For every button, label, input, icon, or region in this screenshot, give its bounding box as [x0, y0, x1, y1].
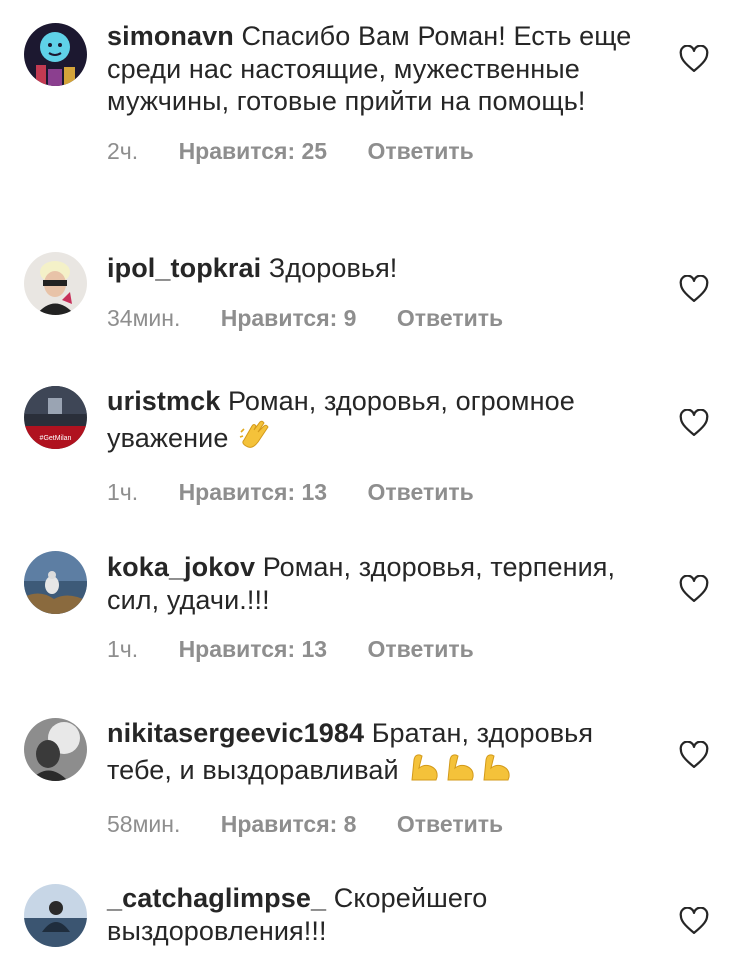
heart-outline-icon[interactable] — [679, 907, 709, 935]
comment-meta: 58мин. Нравится: 8 Ответить — [107, 811, 647, 838]
comment-meta: 1ч. Нравится: 13 Ответить — [107, 636, 647, 663]
comment-text: ipol_topkrai Здоровья! — [107, 252, 647, 285]
avatar[interactable] — [24, 884, 87, 947]
reply-button[interactable]: Ответить — [368, 636, 474, 663]
avatar[interactable]: #GetMilan — [24, 386, 87, 449]
comment-time[interactable]: 58мин. — [107, 811, 180, 838]
comment-username[interactable]: ipol_topkrai — [107, 253, 261, 283]
comment-likes[interactable]: Нравится: 25 — [179, 138, 328, 165]
heart-outline-icon[interactable] — [679, 741, 709, 769]
avatar[interactable] — [24, 718, 87, 781]
comment-text: uristmck Роман, здоровья, огромное уваже… — [107, 385, 647, 459]
comment-likes[interactable]: Нравится: 13 — [179, 479, 328, 506]
avatar-caption: #GetMilan — [40, 435, 72, 442]
comment-time[interactable]: 1ч. — [107, 479, 138, 506]
comment-text: simonavn Спасибо Вам Роман! Есть еще сре… — [107, 20, 647, 118]
heart-outline-icon[interactable] — [679, 409, 709, 437]
flexed-biceps-emoji — [408, 750, 518, 792]
comment-likes[interactable]: Нравится: 13 — [179, 636, 328, 663]
avatar[interactable] — [24, 252, 87, 315]
comment-time[interactable]: 1ч. — [107, 636, 138, 663]
comment-likes[interactable]: Нравится: 9 — [221, 305, 357, 332]
clapping-hands-emoji — [238, 418, 272, 460]
comment-likes[interactable]: Нравится: 8 — [221, 811, 357, 838]
heart-outline-icon[interactable] — [679, 275, 709, 303]
comment-text: nikitasergeevic1984 Братан, здоровья теб… — [107, 717, 647, 791]
avatar[interactable] — [24, 551, 87, 614]
comment-username[interactable]: _catchaglimpse_ — [107, 883, 326, 913]
comment-username[interactable]: koka_jokov — [107, 552, 255, 582]
comment-meta: 2ч. Нравится: 25 Ответить — [107, 138, 647, 165]
heart-outline-icon[interactable] — [679, 45, 709, 73]
comment-body: Здоровья! — [268, 253, 398, 283]
comment-text: koka_jokov Роман, здоровья, терпения, си… — [107, 551, 647, 616]
comment-username[interactable]: uristmck — [107, 386, 220, 416]
comment-time[interactable]: 2ч. — [107, 138, 138, 165]
reply-button[interactable]: Ответить — [368, 479, 474, 506]
comment-text: _catchaglimpse_ Скорейшего выздоровления… — [107, 882, 647, 947]
avatar[interactable] — [24, 23, 87, 86]
comment-username[interactable]: nikitasergeevic1984 — [107, 718, 364, 748]
comment-meta: 34мин. Нравится: 9 Ответить — [107, 305, 647, 332]
reply-button[interactable]: Ответить — [368, 138, 474, 165]
comment-meta: 1ч. Нравится: 13 Ответить — [107, 479, 647, 506]
reply-button[interactable]: Ответить — [397, 305, 503, 332]
comment-username[interactable]: simonavn — [107, 21, 234, 51]
comment-time[interactable]: 34мин. — [107, 305, 180, 332]
reply-button[interactable]: Ответить — [397, 811, 503, 838]
heart-outline-icon[interactable] — [679, 575, 709, 603]
